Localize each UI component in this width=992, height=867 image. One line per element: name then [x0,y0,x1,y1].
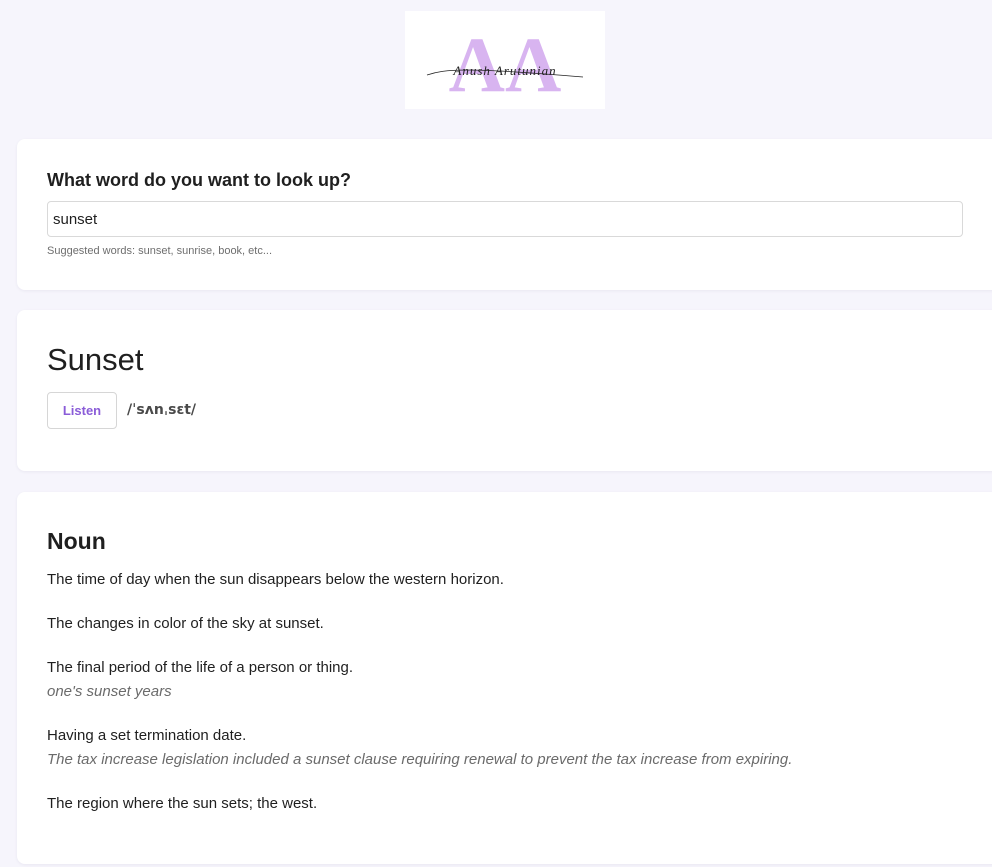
search-heading: What word do you want to look up? [47,170,351,190]
definition-example: The tax increase legislation included a … [47,751,793,768]
phonetic-text: /ˈsʌnˌsɛt/ [127,402,197,418]
meanings-card: Noun The time of day when the sun disapp… [17,492,992,864]
definition-example: one's sunset years [47,683,172,700]
definition-text: The region where the sun sets; the west. [47,795,318,812]
listen-button[interactable]: Listen [47,392,117,429]
logo-monogram-icon: AA Anush Arutunian [426,21,584,108]
definition-text: Having a set termination date. [47,727,247,744]
search-input[interactable] [47,201,963,237]
logo-signature: Anush Arutunian [452,63,556,78]
definition-list: The time of day when the sun disappears … [47,568,792,836]
site-logo[interactable]: AA Anush Arutunian [405,11,605,109]
definition-item: Having a set termination date. The tax i… [47,724,792,772]
definition-text: The changes in color of the sky at sunse… [47,615,324,632]
word-card: Sunset Listen /ˈsʌnˌsɛt/ [17,310,992,471]
definition-item: The final period of the life of a person… [47,656,792,704]
definition-item: The region where the sun sets; the west. [47,792,792,816]
definition-item: The time of day when the sun disappears … [47,568,792,592]
search-hint: Suggested words: sunset, sunrise, book, … [47,245,273,257]
definition-text: The final period of the life of a person… [47,659,354,676]
part-of-speech-heading: Noun [47,528,106,554]
word-title: Sunset [47,342,144,377]
search-card: What word do you want to look up? Sugges… [17,139,992,290]
definition-item: The changes in color of the sky at sunse… [47,612,792,636]
definition-text: The time of day when the sun disappears … [47,571,504,588]
